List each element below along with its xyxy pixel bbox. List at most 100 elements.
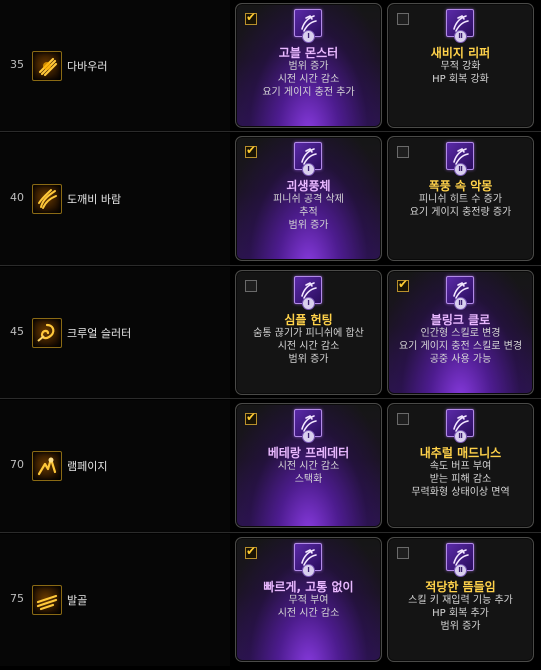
tripod-checkbox[interactable] (397, 146, 409, 158)
tier-numeral-badge: Ⅰ (302, 30, 315, 43)
tripod-checkbox[interactable]: ✔ (245, 10, 257, 25)
tripod-effect-line: 스킬 키 재입력 기능 추가 (408, 595, 513, 606)
skill-level: 70 (10, 458, 24, 471)
tripod-effects: 속도 버프 부여받는 피해 감소무력화형 상태이상 면역 (388, 460, 533, 499)
row-divider (0, 398, 541, 399)
tripod-effects: 시전 시간 감소스택화 (236, 460, 381, 486)
tripod-effect-line: 범위 증가 (440, 621, 481, 632)
skill-name: 램페이지 (67, 460, 108, 473)
checkmark-icon: ✔ (246, 544, 257, 558)
tripod-title: 괴생풍체 (286, 179, 331, 193)
tripod-title: 새비지 리퍼 (430, 46, 491, 60)
tripod-option-card[interactable]: ✔ Ⅰ 빠르게, 고통 없이 무적 부여 시전 시간 감소 (235, 537, 382, 662)
spiral-slash-icon (32, 318, 62, 348)
tier-numeral-badge: Ⅰ (302, 163, 315, 176)
dash-claw-icon (32, 585, 62, 615)
tripod-effects: 무적 강화 HP 회복 강화 (388, 60, 533, 86)
tier-numeral-badge: Ⅱ (454, 163, 467, 176)
skill-cell: 45 크루얼 슬러터 (0, 267, 230, 399)
tripod-option-card[interactable]: Ⅰ 심플 헌팅 숨통 끊기가 피니쉬에 합산 시전 시간 감소 범위 증가 (235, 270, 382, 395)
tripod-row: 35 다바우러 ✔ Ⅰ 고블 몬스터 범위 증가 시전 시간 감소 요기 게이지 충전 추가 Ⅱ… (0, 0, 541, 136)
tripod-option-card[interactable]: ✔ Ⅰ 베테랑 프레데터 시전 시간 감소스택화 (235, 403, 382, 528)
tripod-checkbox[interactable] (245, 280, 257, 292)
tripod-row: 40 도깨비 바람 ✔ Ⅰ 괴생풍체 피니쉬 공격 삭제 추적 범위 증가 Ⅱ 폭풍 속 악몽 피니… (0, 133, 541, 269)
tripod-effect-line: 속도 버프 부여 (429, 461, 492, 472)
tripod-effects: 피니쉬 공격 삭제추적범위 증가 (236, 193, 381, 232)
tripod-title: 블링크 클로 (430, 313, 491, 327)
checkmark-icon: ✔ (246, 410, 257, 424)
tripod-row: 70 램페이지 ✔ Ⅰ 베테랑 프레데터 시전 시간 감소스택화 Ⅱ 내추럴 매드니스 속도 버… (0, 400, 541, 536)
tripod-title: 적당한 뜸들임 (425, 580, 496, 594)
tripod-effect-line: 공중 사용 가능 (429, 354, 492, 365)
tier-numeral-badge: Ⅰ (302, 297, 315, 310)
tripod-effect-line: 무력화형 상태이상 면역 (411, 487, 510, 498)
rampage-icon (32, 451, 62, 481)
tripod-title: 베테랑 프레데터 (267, 446, 350, 460)
tripod-checkbox[interactable]: ✔ (245, 544, 257, 559)
tripod-effect-line: 피니쉬 공격 삭제 (273, 194, 344, 205)
tier-numeral-badge: Ⅱ (454, 30, 467, 43)
tripod-effect-line: 피니쉬 히트 수 증가 (418, 194, 503, 205)
tripod-effect-line: 추적 (299, 207, 318, 218)
tripod-row: 75 발골 ✔ Ⅰ 빠르게, 고통 없이 무적 부여 시전 시간 감소 Ⅱ 적당한 뜸들임 스킬 … (0, 534, 541, 670)
tripod-effect-line: 시전 시간 감소 (277, 608, 340, 619)
skill-name: 발골 (67, 594, 88, 607)
tier-numeral-badge: Ⅰ (302, 430, 315, 443)
tripod-option-card[interactable]: Ⅱ 새비지 리퍼 무적 강화 HP 회복 강화 (387, 3, 534, 128)
tripod-effect-line: 범위 증가 (288, 354, 329, 365)
tripod-checkbox[interactable] (397, 547, 409, 559)
tripod-title: 심플 헌팅 (284, 313, 333, 327)
tripod-effect-line: HP 회복 추가 (432, 608, 489, 619)
tier-numeral-badge: Ⅱ (454, 564, 467, 577)
tripod-effect-line: 시전 시간 감소 (277, 341, 340, 352)
skill-level: 35 (10, 58, 24, 71)
tier-numeral-badge: Ⅱ (454, 430, 467, 443)
tripod-option-card[interactable]: Ⅱ 적당한 뜸들임 스킬 키 재입력 기능 추가 HP 회복 추가범위 증가 (387, 537, 534, 662)
tier-numeral-badge: Ⅰ (302, 564, 315, 577)
tripod-option-card[interactable]: Ⅱ 폭풍 속 악몽 피니쉬 히트 수 증가 요기 게이지 충전량 증가 (387, 136, 534, 261)
skill-cell: 75 발골 (0, 534, 230, 666)
tripod-effect-line: 받는 피해 감소 (429, 474, 492, 485)
skill-cell: 40 도깨비 바람 (0, 133, 230, 265)
row-divider (0, 532, 541, 533)
tripod-checkbox[interactable]: ✔ (245, 410, 257, 425)
skill-level: 45 (10, 325, 24, 338)
tripod-effect-line: 스택화 (294, 474, 323, 485)
tripod-effect-line: 요기 게이지 충전 스킬로 변경 (398, 341, 523, 352)
tripod-checkbox[interactable] (397, 13, 409, 25)
tripod-checkbox[interactable]: ✔ (397, 277, 409, 292)
tripod-option-card[interactable]: ✔ Ⅰ 괴생풍체 피니쉬 공격 삭제추적범위 증가 (235, 136, 382, 261)
tripod-effects: 인간형 스킬로 변경요기 게이지 충전 스킬로 변경공중 사용 가능 (388, 327, 533, 366)
tripod-option-card[interactable]: ✔ Ⅰ 고블 몬스터 범위 증가시전 시간 감소요기 게이지 충전 추가 (235, 3, 382, 128)
tripod-effect-line: 무적 부여 (288, 595, 329, 606)
tripod-effects: 숨통 끊기가 피니쉬에 합산 시전 시간 감소 범위 증가 (236, 327, 381, 366)
tripod-option-card[interactable]: Ⅱ 내추럴 매드니스 속도 버프 부여받는 피해 감소무력화형 상태이상 면역 (387, 403, 534, 528)
skill-cell: 70 램페이지 (0, 400, 230, 532)
skill-name: 다바우러 (67, 60, 108, 73)
tripod-effect-line: 시전 시간 감소 (277, 74, 340, 85)
tripod-title: 고블 몬스터 (278, 46, 339, 60)
tripod-effect-line: 인간형 스킬로 변경 (420, 328, 501, 339)
claw-slash-icon (32, 51, 62, 81)
tripod-effects: 범위 증가시전 시간 감소요기 게이지 충전 추가 (236, 60, 381, 99)
tier-numeral-badge: Ⅱ (454, 297, 467, 310)
checkmark-icon: ✔ (398, 277, 409, 291)
tripod-effect-line: 요기 게이지 충전량 증가 (409, 207, 512, 218)
checkmark-icon: ✔ (246, 10, 257, 24)
tripod-effect-line: 시전 시간 감소 (277, 461, 340, 472)
tripod-effect-line: 요기 게이지 충전 추가 (262, 87, 355, 98)
tripod-title: 내추럴 매드니스 (419, 446, 502, 460)
tripod-checkbox[interactable]: ✔ (245, 143, 257, 158)
row-divider (0, 265, 541, 266)
tripod-effect-line: 범위 증가 (288, 61, 329, 72)
tripod-effects: 피니쉬 히트 수 증가요기 게이지 충전량 증가 (388, 193, 533, 219)
tripod-effects: 스킬 키 재입력 기능 추가 HP 회복 추가범위 증가 (388, 594, 533, 633)
tripod-effect-line: HP 회복 강화 (432, 74, 489, 85)
tripod-checkbox[interactable] (397, 413, 409, 425)
tripod-option-card[interactable]: ✔ Ⅱ 블링크 클로 인간형 스킬로 변경요기 게이지 충전 스킬로 변경공중 사용 … (387, 270, 534, 395)
tripod-row: 45 크루얼 슬러터 Ⅰ 심플 헌팅 숨통 끊기가 피니쉬에 합산 시전 시간 감소 범위 … (0, 267, 541, 403)
checkmark-icon: ✔ (246, 143, 257, 157)
tripod-effect-line: 무적 강화 (440, 61, 481, 72)
skill-cell: 35 다바우러 (0, 0, 230, 132)
tripod-effect-line: 범위 증가 (288, 220, 329, 231)
